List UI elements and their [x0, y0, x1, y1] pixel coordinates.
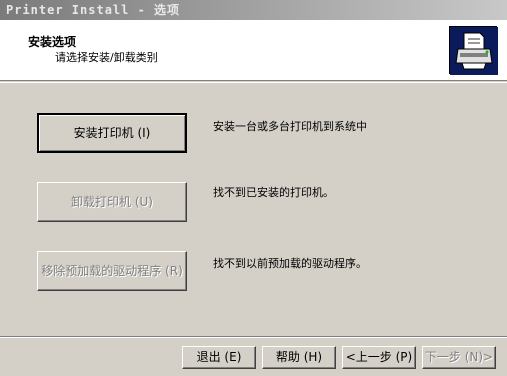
remove-preloaded-drivers-description: 找不到以前预加载的驱动程序。: [213, 257, 367, 270]
remove-preloaded-drivers-button[interactable]: 移除预加载的驱动程序 (R): [37, 251, 187, 291]
back-button[interactable]: <上一步 (P): [342, 346, 416, 369]
next-button[interactable]: 下一步 (N)>: [422, 346, 496, 369]
title-bar[interactable]: Printer Install - 选项: [0, 0, 507, 20]
wizard-header: 安装选项 请选择安装/卸载类别: [0, 20, 507, 81]
header-title: 安装选项: [28, 35, 77, 49]
install-printer-description: 安装一台或多台打印机到系统中: [213, 120, 367, 133]
exit-button[interactable]: 退出 (E): [182, 346, 256, 369]
header-subtitle: 请选择安装/卸载类别: [55, 51, 158, 64]
uninstall-printer-description: 找不到已安装的打印机。: [213, 186, 334, 199]
install-printer-button[interactable]: 安装打印机 (I): [37, 113, 187, 153]
help-button[interactable]: 帮助 (H): [262, 346, 336, 369]
wizard-content: 安装打印机 (I) 安装一台或多台打印机到系统中 卸载打印机 (U) 找不到已安…: [0, 83, 507, 336]
printer-install-window: Printer Install - 选项 安装选项 请选择安装/卸载类别 安装打…: [0, 0, 507, 376]
printer-install-icon: [449, 26, 498, 75]
footer-divider-highlight: [0, 337, 507, 338]
window-title: Printer Install - 选项: [6, 3, 181, 17]
uninstall-printer-button[interactable]: 卸载打印机 (U): [37, 182, 187, 222]
